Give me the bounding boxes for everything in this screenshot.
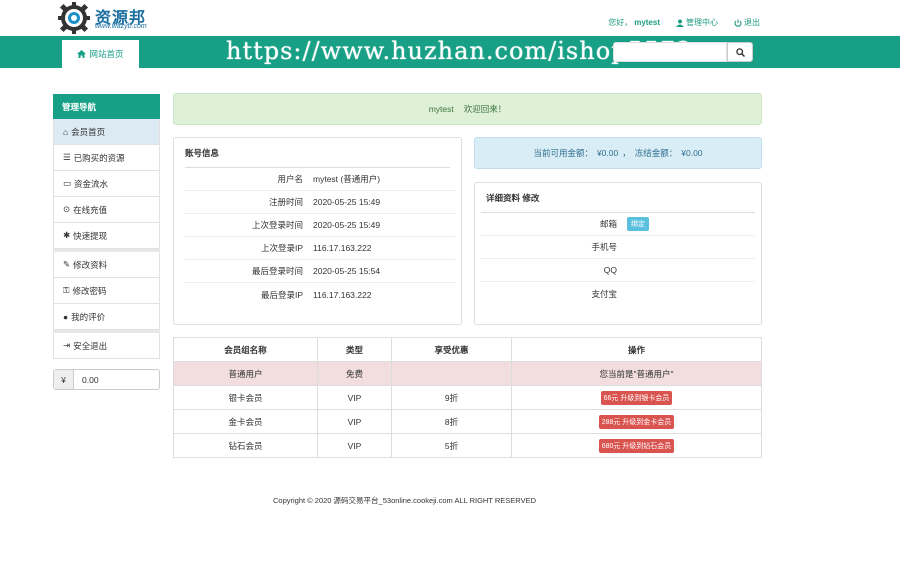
card-icon: ▭ [63,178,72,188]
top-bar: 资源邦 www.wazyb.com 您好， mytest 管理中心 退出 [0,0,900,36]
detail-info-panel: 详细资料 修改 邮箱 绑定 手机号 QQ 支付宝 [474,182,762,325]
welcome-text: 欢迎回来！ [463,104,507,114]
sidebar-item-withdraw[interactable]: ✱ 快速提现 [53,223,160,249]
detail-row: 手机号 [481,236,755,259]
coin-icon: ⊙ [63,204,71,214]
sidebar-item-recharge[interactable]: ⊙ 在线充值 [53,197,160,223]
home-icon: ⌂ [63,126,69,137]
table-row: 金卡会员 VIP 8折 288元 升级到金卡会员 [173,409,762,434]
table-header-row: 会员组名称 类型 享受优惠 操作 [173,337,762,362]
username: mytest [634,18,660,27]
bound-badge: 绑定 [627,217,649,231]
search-button[interactable] [727,42,753,62]
list-icon: ☰ [63,152,71,162]
comment-icon: ● [63,311,69,322]
logout-link[interactable]: 退出 [734,17,760,28]
membership-table: 会员组名称 类型 享受优惠 操作 普通用户 免费 您当前是"普通用户" 银卡会员… [173,337,762,458]
account-row: 用户名 mytest (普通用户) [185,168,455,191]
column-header: 操作 [511,337,762,362]
currency-symbol: ¥ [54,370,74,389]
site-logo[interactable]: 资源邦 www.wazyb.com [58,2,158,34]
sidebar-title: 管理导航 [53,94,160,119]
detail-row: 邮箱 绑定 [481,213,755,236]
logo-url: www.wazyb.com [95,23,147,30]
key-icon: ⚿ [63,285,70,295]
user-greeting: 您好， mytest [608,18,660,27]
column-header: 会员组名称 [173,337,318,362]
upgrade-gold-button[interactable]: 288元 升级到金卡会员 [598,414,675,429]
footer-copyright: Copyright © 2020 源码交易平台_53online.cookeji… [273,496,536,505]
gift-icon: ✱ [63,230,71,240]
balance-value: 0.00 [82,374,99,385]
sidebar-item-my-reviews[interactable]: ● 我的评价 [53,304,160,330]
home-icon [77,50,87,58]
table-row: 钻石会员 VIP 5折 680元 升级到钻石会员 [173,433,762,458]
table-row: 银卡会员 VIP 9折 66元 升级到银卡会员 [173,385,762,410]
account-row: 最后登录IP 116.17.163.222 [260,289,372,300]
sidebar-item-logout[interactable]: ⇥ 安全退出 [53,333,160,359]
balance-field: ¥ 0.00 [53,369,160,390]
account-row: 上次登录时间 2020-05-25 15:49 [185,214,455,237]
search-icon [735,47,745,57]
account-row: 注册时间 2020-05-25 15:49 [185,191,455,214]
pencil-icon: ✎ [63,259,71,269]
edit-detail-link[interactable]: 修改 [522,192,539,204]
detail-info-title: 详细资料 修改 [481,183,755,213]
available-amount: ¥0.00 [596,148,619,158]
account-info-panel: 账号信息 用户名 mytest (普通用户) 注册时间 2020-05-25 15:… [173,137,462,325]
welcome-user: mytest [428,104,454,114]
admin-center-link[interactable]: 管理中心 [676,17,718,28]
column-header: 类型 [317,337,392,362]
detail-row: 支付宝 [591,288,617,299]
account-row: 上次登录IP 116.17.163.222 [185,237,455,260]
sidebar-item-edit-profile[interactable]: ✎ 修改资料 [53,252,160,278]
upgrade-diamond-button[interactable]: 680元 升级到钻石会员 [598,438,675,453]
sidebar-item-funds-flow[interactable]: ▭ 资金流水 [53,171,160,197]
main-nav: 网站首页 https://www.huzhan.com/ishop5572 [0,36,900,68]
exit-icon: ⇥ [63,340,71,350]
user-links: 您好， mytest 管理中心 退出 [608,17,760,28]
upgrade-silver-button[interactable]: 66元 升级到银卡会员 [600,390,673,405]
detail-row: QQ [481,259,755,282]
power-icon [734,19,742,27]
account-row: 最后登录时间 2020-05-25 15:54 [185,260,455,283]
frozen-amount: ¥0.00 [681,148,703,158]
user-icon [676,19,684,27]
current-level-text: 您当前是"普通用户" [511,361,762,386]
funds-info-alert: 当前可用金额： ¥0.00 ， 冻结金额： ¥0.00 [474,137,762,169]
table-row: 普通用户 免费 您当前是"普通用户" [173,361,762,386]
sidebar-item-change-password[interactable]: ⚿ 修改密码 [53,278,160,304]
welcome-alert: mytest 欢迎回来！ [173,93,762,125]
sidebar-item-member-home[interactable]: ⌂ 会员首页 [53,119,160,145]
gear-logo-icon [58,2,90,34]
nav-home-tab[interactable]: 网站首页 [62,40,139,68]
column-header: 享受优惠 [391,337,512,362]
sidebar: 管理导航 ⌂ 会员首页 ☰ 已购买的资源 ▭ 资金流水 ⊙ 在线充值 ✱ 快速提现 ✎ 修改… [53,94,160,359]
sidebar-item-purchased[interactable]: ☰ 已购买的资源 [53,145,160,171]
search-input[interactable] [613,42,727,62]
account-info-title: 账号信息 [185,138,450,168]
